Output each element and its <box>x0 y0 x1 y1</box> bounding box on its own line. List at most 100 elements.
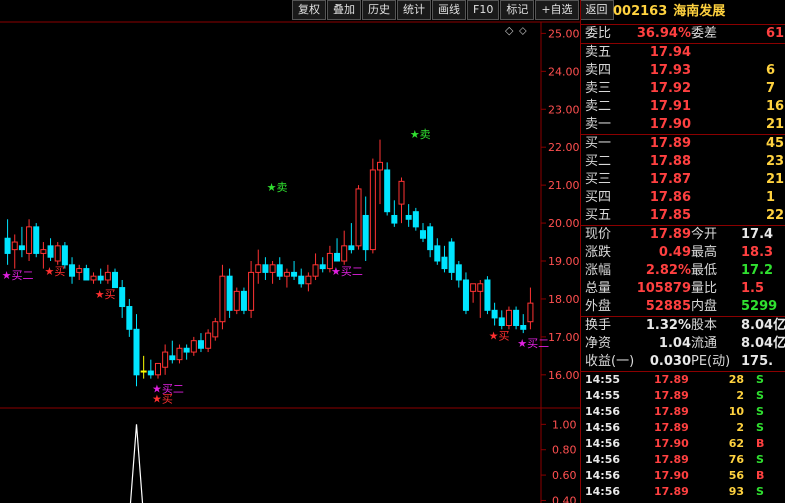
candle-body <box>90 275 97 281</box>
price-tick-label: 16.00 <box>548 369 580 382</box>
ask-row-4: 卖一 17.90 21 <box>581 116 785 134</box>
tick-row[interactable]: 14:56 17.90 56 B <box>581 468 785 484</box>
small-diamond-icon[interactable]: ⬦ <box>519 24 527 37</box>
indicator-tick-label: 0.80 <box>552 444 577 457</box>
tick-price: 17.89 <box>654 453 689 466</box>
candle-body <box>162 351 169 368</box>
candle-body <box>233 290 240 311</box>
ask-row-0: 卖五 17.94 <box>581 44 785 62</box>
candle-body <box>276 264 283 277</box>
indicator-tick-label: 0.40 <box>552 494 577 503</box>
quote-label-2: 最低 <box>691 263 718 278</box>
chart-toolbar: 复权 叠加 历史 统计 画线 F10 标记 +自选 返回 <box>292 0 615 20</box>
candle-body <box>405 214 412 220</box>
tick-row[interactable]: 14:56 17.89 76 S <box>581 452 785 468</box>
toolbar-button-7[interactable]: +自选 <box>535 0 579 20</box>
quote-value-2: 1.5 <box>741 281 765 296</box>
tick-price: 17.89 <box>654 389 689 402</box>
candle-body <box>205 332 212 349</box>
candle-body <box>119 287 126 308</box>
candle-body <box>255 264 262 273</box>
toolbar-button-3[interactable]: 统计 <box>397 0 431 20</box>
candle-body <box>269 264 276 273</box>
toolbar-button-4[interactable]: 画线 <box>432 0 466 20</box>
stats-row-0: 换手 1.32% 股本 8.04亿 <box>581 317 785 335</box>
stats-value: 1.04 <box>658 336 691 351</box>
candle-body <box>505 309 512 327</box>
candle-body <box>40 249 47 254</box>
quote-value: 0.49 <box>658 245 691 260</box>
book-volume: 21 <box>766 117 785 132</box>
candle-body <box>147 370 154 376</box>
tick-volume: 10 <box>728 405 744 418</box>
tick-list[interactable]: 14:55 17.89 28 S 14:55 17.89 2 S 14:56 17.89 10 S 14… <box>581 371 785 500</box>
quote-value: 105879 <box>636 281 691 296</box>
quote-value-2: 5299 <box>741 299 778 314</box>
quote-value: 52885 <box>645 299 691 314</box>
toolbar-button-2[interactable]: 历史 <box>362 0 396 20</box>
price-tick-label: 19.00 <box>548 255 580 268</box>
quote-value-2: 17.2 <box>741 263 774 278</box>
tick-row[interactable]: 14:55 17.89 2 S <box>581 388 785 404</box>
tick-row[interactable]: 14:56 17.89 2 S <box>581 420 785 436</box>
candle-body <box>291 271 298 277</box>
signal-label-buy: ★买 <box>45 265 66 278</box>
candle-body <box>319 264 326 270</box>
candle-body <box>369 169 376 251</box>
toolbar-button-6[interactable]: 标记 <box>500 0 535 20</box>
candle-body <box>448 241 455 273</box>
bid-book: 买一 17.89 45 买二 17.88 23 买三 17.87 21 买四 17.86 1 买五 17.… <box>581 134 785 225</box>
quote-value-2: 18.3 <box>741 245 774 260</box>
candle-body <box>54 245 61 262</box>
stock-title: 002163 海南发展 <box>581 0 785 24</box>
quote-label-2: 内盘 <box>691 299 718 314</box>
candle-body <box>513 309 520 327</box>
diamond-icon[interactable]: ◇ <box>505 24 514 37</box>
candle-body <box>219 275 226 323</box>
book-price: 17.88 <box>649 154 691 169</box>
book-level-label: 卖二 <box>585 99 612 114</box>
tick-row[interactable]: 14:55 17.89 28 S <box>581 372 785 388</box>
quote-row-3: 总量 105879 量比 1.5 <box>581 280 785 298</box>
candle-body <box>434 245 441 262</box>
book-volume: 7 <box>766 81 776 96</box>
quote-row-1: 涨跌 0.49 最高 18.3 <box>581 244 785 262</box>
quote-panel: 002163 海南发展 委比 36.94% 委差 61 卖五 17.94 卖四 17.9… <box>580 0 785 503</box>
kline-chart-area[interactable]: 25.00 24.00 23.00 22.00 21.00 20.00 19.00 18.00… <box>0 0 614 503</box>
toolbar-button-5[interactable]: F10 <box>467 0 500 20</box>
toolbar-button-1[interactable]: 叠加 <box>327 0 361 20</box>
book-volume: 45 <box>766 136 785 151</box>
stock-stats: 换手 1.32% 股本 8.04亿 净资 1.04 流通 8.04亿 收益(一) 0.030 PE(… <box>581 316 785 371</box>
bid-row-4: 买五 17.85 22 <box>581 207 785 225</box>
quote-label: 总量 <box>585 281 612 296</box>
book-level-label: 买四 <box>585 190 612 205</box>
tick-row[interactable]: 14:56 17.89 10 S <box>581 404 785 420</box>
quote-label-2: 最高 <box>691 245 718 260</box>
signal-label-buy: ★买 <box>152 393 173 406</box>
toolbar-button-0[interactable]: 复权 <box>292 0 326 20</box>
kline-chart-svg[interactable]: 25.00 24.00 23.00 22.00 21.00 20.00 19.00 18.00… <box>0 0 580 503</box>
stock-name: 海南发展 <box>673 4 726 19</box>
candle-body <box>104 271 111 281</box>
indicator-spike <box>129 424 144 503</box>
stats-label-2: 股本 <box>691 318 718 333</box>
tick-row[interactable]: 14:56 17.89 93 S <box>581 484 785 500</box>
stock-code: 002163 <box>613 4 668 19</box>
tick-price: 17.90 <box>654 437 689 450</box>
quote-label: 涨幅 <box>585 263 612 278</box>
candle-body <box>377 161 384 171</box>
book-price: 17.94 <box>649 45 691 60</box>
tick-time: 14:55 <box>585 373 621 386</box>
book-level-label: 卖三 <box>585 81 612 96</box>
book-level-label: 买一 <box>585 136 612 151</box>
candle-body <box>391 214 398 224</box>
tick-time: 14:56 <box>585 405 621 418</box>
signal-label-buy2: ★买二 <box>517 337 549 350</box>
signal-label-buy2: ★买二 <box>2 269 34 282</box>
stats-value-2: 8.04亿 <box>741 336 785 351</box>
tick-row[interactable]: 14:56 17.90 62 B <box>581 436 785 452</box>
candle-body <box>126 306 133 330</box>
price-tick-label: 18.00 <box>548 293 580 306</box>
quote-row-0: 现价 17.89 今开 17.4 <box>581 226 785 244</box>
indicator-tick-label: 1.00 <box>552 418 577 431</box>
